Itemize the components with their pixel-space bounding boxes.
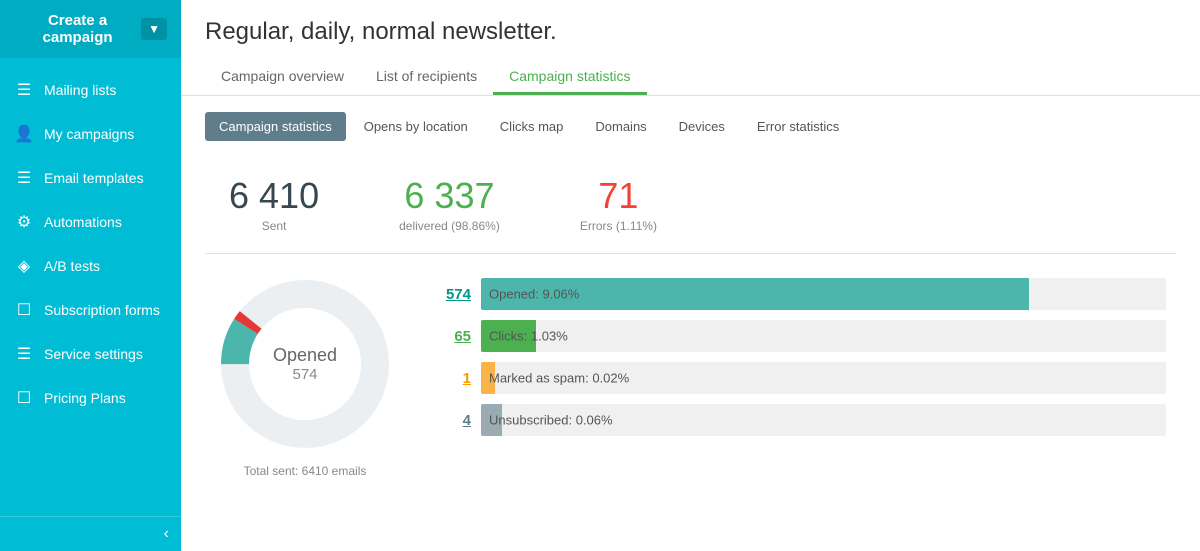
sidebar-item-pricing-plans[interactable]: ☐ Pricing Plans — [0, 376, 181, 420]
main-content: Regular, daily, normal newsletter. Campa… — [181, 0, 1200, 551]
page-title: Regular, daily, normal newsletter. — [205, 18, 1176, 46]
bar-count-spam[interactable]: 1 — [435, 370, 471, 387]
analytics-section: Opened 574 Total sent: 6410 emails 574Op… — [205, 274, 1176, 478]
main-body: Campaign statisticsOpens by locationClic… — [181, 96, 1200, 551]
sidebar-label-email-templates: Email templates — [44, 170, 144, 186]
sidebar-collapse-button[interactable]: ‹ — [0, 517, 181, 551]
sidebar-icon-mailing-lists: ☰ — [14, 80, 34, 100]
sidebar-icon-subscription-forms: ☐ — [14, 300, 34, 320]
tab-secondary-domains[interactable]: Domains — [581, 112, 660, 141]
sidebar-nav: ☰ Mailing lists 👤 My campaigns ☰ Email templa… — [0, 68, 181, 420]
bar-container-unsubscribed: Unsubscribed: 0.06% — [481, 404, 1166, 436]
stat-sent-label: Sent — [229, 219, 319, 233]
tab-secondary-opens-location[interactable]: Opens by location — [350, 112, 482, 141]
sidebar-icon-service-settings: ☰ — [14, 344, 34, 364]
bar-container-opened: Opened: 9.06% — [481, 278, 1166, 310]
tab-secondary-error-stats[interactable]: Error statistics — [743, 112, 853, 141]
donut-center: Opened 574 — [273, 345, 337, 383]
tab-secondary-clicks-map[interactable]: Clicks map — [486, 112, 578, 141]
sidebar-label-subscription-forms: Subscription forms — [44, 302, 160, 318]
sidebar-item-ab-tests[interactable]: ◈ A/B tests — [0, 244, 181, 288]
sidebar-icon-my-campaigns: 👤 — [14, 124, 34, 144]
sidebar: Create a campaign ▼ ☰ Mailing lists 👤 My ca… — [0, 0, 181, 551]
stat-delivered-value: 6 337 — [399, 175, 500, 217]
bar-row-opened: 574 Opened: 9.06% — [435, 278, 1166, 310]
donut-chart: Opened 574 — [215, 274, 395, 454]
tab-primary-overview[interactable]: Campaign overview — [205, 60, 360, 95]
tab-primary-recipients[interactable]: List of recipients — [360, 60, 493, 95]
sidebar-label-mailing-lists: Mailing lists — [44, 82, 116, 98]
sidebar-label-pricing-plans: Pricing Plans — [44, 390, 126, 406]
sidebar-label-my-campaigns: My campaigns — [44, 126, 134, 142]
stat-delivered-label: delivered (98.86%) — [399, 219, 500, 233]
sidebar-item-service-settings[interactable]: ☰ Service settings — [0, 332, 181, 376]
sidebar-item-subscription-forms[interactable]: ☐ Subscription forms — [0, 288, 181, 332]
bar-label-spam: Marked as spam: 0.02% — [489, 371, 629, 386]
sidebar-icon-email-templates: ☰ — [14, 168, 34, 188]
sidebar-bottom: ‹ — [0, 516, 181, 551]
stats-row: 6 410 Sent 6 337 delivered (98.86%) 71 E… — [205, 159, 1176, 254]
collapse-icon: ‹ — [164, 525, 169, 543]
bars-section: 574 Opened: 9.06% 65 Clicks: 1.03% 1 Marked a… — [435, 274, 1166, 436]
tab-secondary-devices[interactable]: Devices — [665, 112, 739, 141]
bar-container-spam: Marked as spam: 0.02% — [481, 362, 1166, 394]
create-campaign-label: Create a campaign — [14, 12, 141, 46]
bar-label-clicks: Clicks: 1.03% — [489, 329, 568, 344]
primary-tabs: Campaign overviewList of recipientsCampa… — [205, 60, 1176, 95]
stat-delivered: 6 337 delivered (98.86%) — [399, 175, 500, 233]
donut-number: 574 — [273, 366, 337, 383]
donut-caption: Total sent: 6410 emails — [244, 464, 367, 478]
sidebar-icon-pricing-plans: ☐ — [14, 388, 34, 408]
sidebar-item-automations[interactable]: ⚙ Automations — [0, 200, 181, 244]
create-campaign-arrow: ▼ — [141, 18, 167, 40]
bar-row-clicks: 65 Clicks: 1.03% — [435, 320, 1166, 352]
secondary-tabs: Campaign statisticsOpens by locationClic… — [205, 112, 1176, 141]
bar-count-clicks[interactable]: 65 — [435, 328, 471, 345]
main-header: Regular, daily, normal newsletter. Campa… — [181, 0, 1200, 96]
bar-row-spam: 1 Marked as spam: 0.02% — [435, 362, 1166, 394]
create-campaign-button[interactable]: Create a campaign ▼ — [0, 0, 181, 58]
sidebar-item-mailing-lists[interactable]: ☰ Mailing lists — [0, 68, 181, 112]
sidebar-item-email-templates[interactable]: ☰ Email templates — [0, 156, 181, 200]
bar-row-unsubscribed: 4 Unsubscribed: 0.06% — [435, 404, 1166, 436]
sidebar-icon-ab-tests: ◈ — [14, 256, 34, 276]
donut-label: Opened — [273, 345, 337, 366]
sidebar-label-ab-tests: A/B tests — [44, 258, 100, 274]
bar-count-unsubscribed[interactable]: 4 — [435, 412, 471, 429]
bar-container-clicks: Clicks: 1.03% — [481, 320, 1166, 352]
donut-wrapper: Opened 574 Total sent: 6410 emails — [215, 274, 395, 478]
sidebar-label-automations: Automations — [44, 214, 122, 230]
sidebar-label-service-settings: Service settings — [44, 346, 143, 362]
bar-count-opened[interactable]: 574 — [435, 286, 471, 303]
stat-sent-value: 6 410 — [229, 175, 319, 217]
bar-label-opened: Opened: 9.06% — [489, 287, 579, 302]
stat-errors: 71 Errors (1.11%) — [580, 175, 657, 233]
bar-label-unsubscribed: Unsubscribed: 0.06% — [489, 413, 613, 428]
sidebar-item-my-campaigns[interactable]: 👤 My campaigns — [0, 112, 181, 156]
stat-sent: 6 410 Sent — [229, 175, 319, 233]
tab-secondary-campaign-stats[interactable]: Campaign statistics — [205, 112, 346, 141]
sidebar-icon-automations: ⚙ — [14, 212, 34, 232]
tab-primary-statistics[interactable]: Campaign statistics — [493, 60, 646, 95]
stat-errors-label: Errors (1.11%) — [580, 219, 657, 233]
stat-errors-value: 71 — [580, 175, 657, 217]
